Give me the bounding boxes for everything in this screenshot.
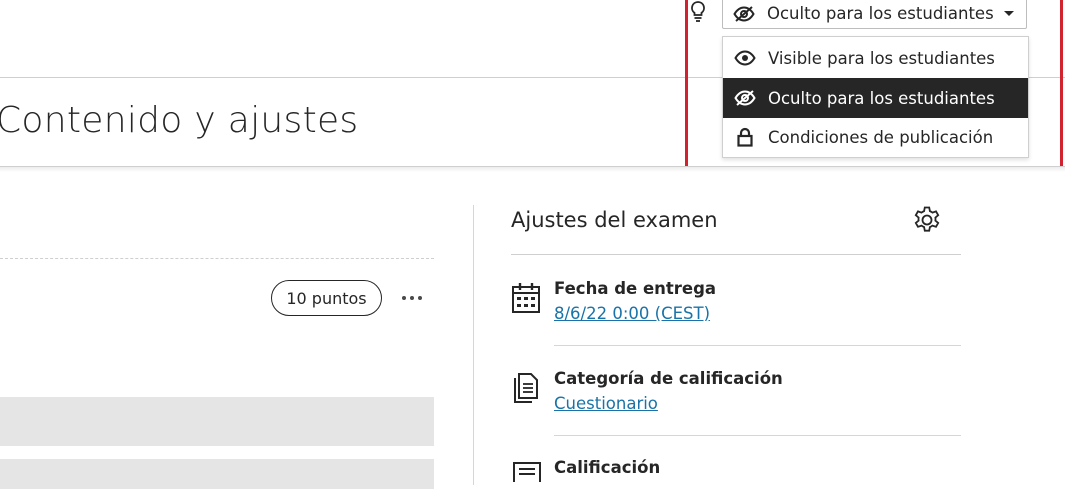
due-date-link[interactable]: 8/6/22 0:00 (CEST) — [554, 304, 710, 323]
due-date-title: Fecha de entrega — [554, 279, 717, 298]
more-options-icon[interactable] — [398, 288, 426, 308]
eye-slash-icon — [733, 4, 755, 24]
menu-item-visible[interactable]: Visible para los estudiantes — [723, 38, 1028, 78]
chevron-down-icon — [1003, 11, 1014, 16]
visibility-select[interactable]: Oculto para los estudiantes — [722, 0, 1027, 29]
points-button[interactable]: 10 puntos — [271, 280, 382, 316]
grade-category-link[interactable]: Cuestionario — [554, 394, 658, 413]
calendar-icon — [511, 282, 541, 314]
question-divider — [0, 258, 434, 259]
settings-separator — [554, 435, 961, 436]
eye-icon — [734, 47, 756, 69]
answer-field[interactable] — [0, 397, 434, 446]
menu-item-release-conditions[interactable]: Condiciones de publicación — [723, 117, 1028, 157]
visibility-select-label: Oculto para los estudiantes — [767, 4, 994, 23]
settings-separator — [554, 345, 961, 346]
page-title: Contenido y ajustes — [0, 100, 359, 141]
document-icon — [513, 372, 543, 404]
menu-item-label: Condiciones de publicación — [768, 127, 994, 147]
settings-divider — [511, 254, 961, 255]
eye-slash-icon — [734, 87, 756, 109]
column-divider — [473, 205, 474, 485]
visibility-dropdown-menu: Visible para los estudiantes Oculto para… — [722, 36, 1029, 158]
settings-title: Ajustes del examen — [511, 208, 718, 232]
list-icon — [513, 462, 543, 494]
menu-item-hidden[interactable]: Oculto para los estudiantes — [723, 78, 1028, 118]
grading-title: Calificación — [554, 458, 661, 477]
gear-icon[interactable] — [911, 204, 943, 236]
menu-item-label: Visible para los estudiantes — [768, 48, 995, 68]
answer-field[interactable] — [0, 459, 434, 489]
menu-item-label: Oculto para los estudiantes — [768, 88, 995, 108]
title-shadow — [0, 167, 1065, 172]
grade-category-title: Categoría de calificación — [554, 369, 783, 388]
lightbulb-icon[interactable] — [686, 0, 710, 23]
lock-icon — [734, 126, 756, 148]
